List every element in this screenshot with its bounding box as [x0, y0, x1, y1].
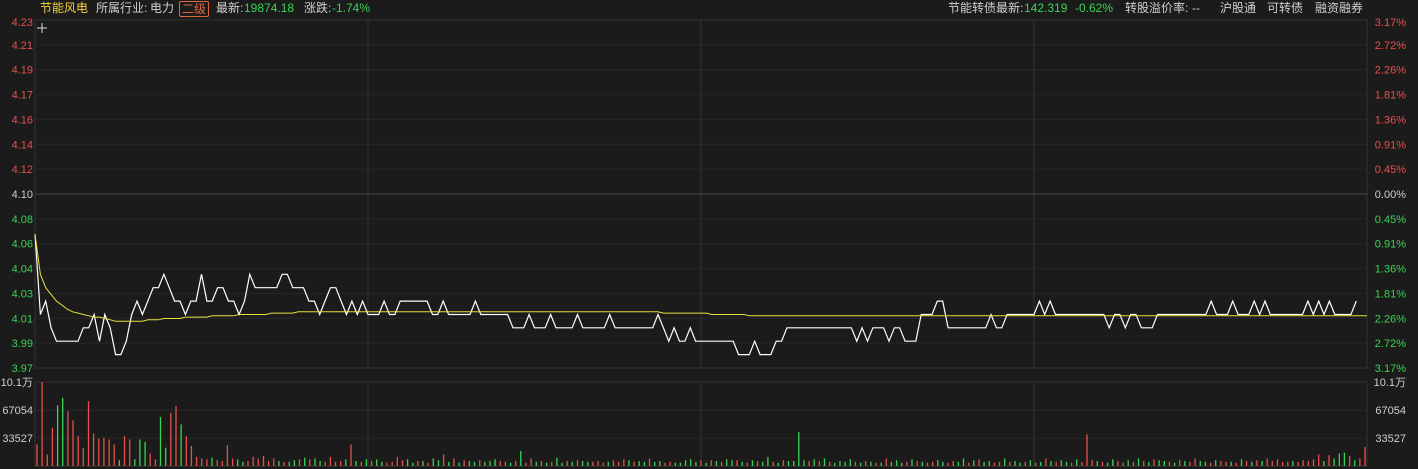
intraday-chart[interactable]: 4.23 4.21 4.19 4.17 4.16 4.14 4.12 4.10 4.08 4.06… — [0, 0, 1418, 469]
percent-tick-label: 0.00% — [1375, 189, 1406, 201]
price-tick-label: 3.99 — [12, 338, 33, 350]
price-axis-left: 4.23 4.21 4.19 4.17 4.16 4.14 4.12 4.10 4.08 4.06… — [12, 17, 33, 375]
percent-tick-label: 0.45% — [1375, 214, 1406, 226]
percent-tick-label: 0.45% — [1375, 164, 1406, 176]
percent-tick-label: 3.17% — [1375, 17, 1406, 29]
price-tick-label: 4.03 — [12, 288, 33, 300]
percent-tick-label: 2.26% — [1375, 313, 1406, 325]
percent-tick-label: 1.81% — [1375, 288, 1406, 300]
volume-tick-label: 33527 — [2, 433, 33, 445]
price-tick-label: 4.14 — [12, 139, 33, 151]
price-tick-label: 4.17 — [12, 90, 33, 102]
price-tick-label: 4.08 — [12, 214, 33, 226]
percent-tick-label: 1.36% — [1375, 264, 1406, 276]
price-line — [34, 234, 1357, 356]
price-tick-label: 4.06 — [12, 239, 33, 251]
price-tick-label: 3.97 — [12, 363, 33, 375]
volume-tick-label: 33527 — [1375, 433, 1406, 445]
percent-tick-label: 0.91% — [1375, 139, 1406, 151]
price-tick-label: 4.04 — [12, 264, 33, 276]
price-tick-label: 4.23 — [12, 17, 33, 29]
price-tick-label: 4.01 — [12, 313, 33, 325]
crosshair-cursor-icon[interactable] — [37, 23, 47, 33]
percent-tick-label: 2.72% — [1375, 338, 1406, 350]
volume-tick-label: 10.1万 — [1, 377, 33, 389]
volume-axis-left: 10.1万 67054 33527 — [1, 377, 33, 445]
percent-axis-right: 3.17% 2.72% 2.26% 1.81% 1.36% 0.91% 0.45% 0.00%… — [1375, 17, 1406, 375]
percent-tick-label: 2.72% — [1375, 40, 1406, 52]
price-tick-label: 4.16 — [12, 114, 33, 126]
percent-tick-label: 3.17% — [1375, 363, 1406, 375]
price-tick-label: 4.10 — [12, 189, 33, 201]
volume-tick-label: 10.1万 — [1374, 377, 1406, 389]
price-tick-label: 4.12 — [12, 164, 33, 176]
price-tick-label: 4.19 — [12, 65, 33, 77]
price-tick-label: 4.21 — [12, 40, 33, 52]
percent-tick-label: 2.26% — [1375, 65, 1406, 77]
volume-tick-label: 67054 — [1375, 405, 1406, 417]
volume-axis-right: 10.1万 67054 33527 — [1374, 377, 1406, 445]
percent-tick-label: 1.36% — [1375, 114, 1406, 126]
volume-tick-label: 67054 — [2, 405, 33, 417]
percent-tick-label: 0.91% — [1375, 239, 1406, 251]
percent-tick-label: 1.81% — [1375, 90, 1406, 102]
chart-grid — [34, 19, 1368, 467]
